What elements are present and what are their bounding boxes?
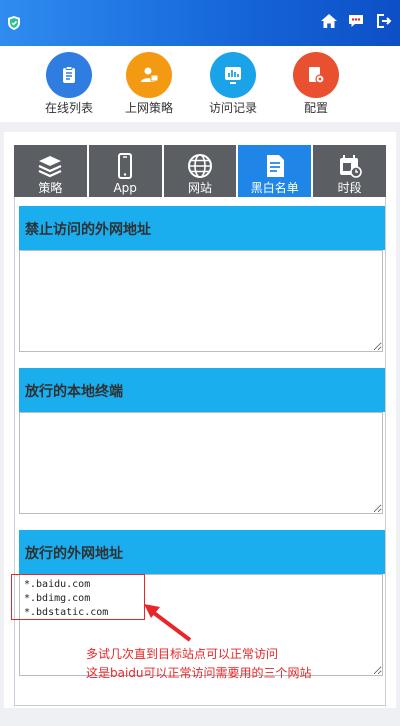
list-icon (266, 155, 284, 177)
nav-label-access-log: 访问记录 (208, 101, 257, 115)
separator (0, 122, 400, 132)
home-icon[interactable] (320, 12, 338, 30)
logout-icon[interactable] (374, 12, 392, 30)
tab-label-schedule: 时段 (337, 181, 362, 195)
blocked-section-title: 禁止访问的外网地址 (25, 222, 151, 238)
calendar-clock-icon (339, 155, 362, 178)
globe-icon (187, 154, 212, 178)
nav-label-online-list: 在线列表 (44, 101, 93, 115)
nav-item-online-list[interactable]: 在线列表 (29, 52, 109, 116)
local-section-title: 放行的本地终端 (25, 384, 123, 400)
local-section-header: 放行的本地终端 (19, 368, 385, 412)
annotation-line-2: 这是baidu可以正常访问需要用的三个网站 (86, 666, 312, 680)
tab-policy[interactable]: 策略 (14, 145, 87, 197)
tab-bar: 策略 App 网站 黑白名单 时段 (14, 145, 386, 197)
tab-label-website: 网站 (187, 181, 212, 195)
nav-item-policy[interactable]: 上网策略 (109, 52, 189, 116)
annotation-text: 多试几次直到目标站点可以正常访问 这是baidu可以正常访问需要用的三个网站 (86, 645, 312, 683)
tab-website[interactable]: 网站 (163, 145, 237, 197)
tab-schedule[interactable]: 时段 (313, 145, 386, 197)
annotation-highlight-box (11, 574, 145, 620)
blocked-urls-textarea[interactable] (19, 250, 383, 352)
layers-icon (38, 156, 62, 178)
local-terminals-textarea[interactable] (19, 412, 383, 514)
nav-label-config: 配置 (303, 101, 328, 115)
chart-icon (210, 52, 256, 98)
tab-label-blackwhite-list: 黑白名单 (250, 181, 299, 195)
blocked-section-header: 禁止访问的外网地址 (19, 206, 385, 250)
nav-item-access-log[interactable]: 访问记录 (193, 52, 273, 116)
tab-blackwhite-list[interactable]: 黑白名单 (238, 145, 312, 197)
page-footer (0, 708, 400, 726)
main-nav: 在线列表 上网策略 访问记录 配置 (0, 46, 400, 123)
allowed-section-header: 放行的外网地址 (19, 530, 385, 574)
annotation-line-1: 多试几次直到目标站点可以正常访问 (86, 647, 279, 661)
tab-label-policy: 策略 (38, 181, 63, 195)
nav-label-policy: 上网策略 (124, 101, 173, 115)
settings-icon (293, 52, 339, 98)
tab-label-app: App (113, 181, 137, 195)
message-icon[interactable] (347, 12, 365, 30)
allowed-section-title: 放行的外网地址 (25, 546, 123, 562)
annotation-arrow-icon (144, 604, 192, 642)
nav-item-config[interactable]: 配置 (276, 52, 356, 116)
clipboard-icon (46, 52, 92, 98)
shield-icon (8, 16, 20, 30)
tab-app[interactable]: App (88, 145, 162, 197)
top-bar (0, 0, 400, 46)
phone-icon (118, 153, 133, 179)
user-card-icon (126, 52, 172, 98)
